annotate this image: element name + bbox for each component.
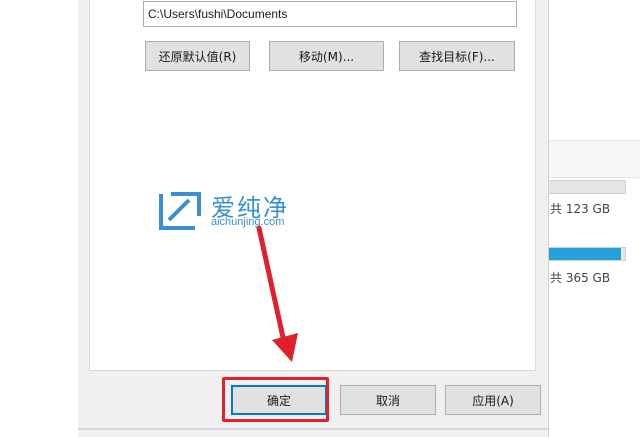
watermark: 爱纯净 aichunjing.com	[155, 186, 315, 236]
restore-default-button[interactable]: 还原默认值(R)	[145, 41, 250, 71]
explorer-background: 共 123 GB 共 365 GB	[548, 0, 640, 437]
drive-usage-bar	[548, 247, 626, 261]
drive-usage-bar	[548, 180, 626, 194]
move-button[interactable]: 移动(M)...	[269, 41, 384, 71]
cancel-button[interactable]: 取消	[340, 385, 436, 415]
find-target-button[interactable]: 查找目标(F)...	[399, 41, 515, 71]
ok-button-highlight	[222, 377, 329, 422]
dialog-bottom-edge	[78, 428, 548, 430]
watermark-url: aichunjing.com	[211, 216, 285, 228]
watermark-logo-icon	[159, 192, 201, 230]
drive-size-label: 共 365 GB	[550, 271, 611, 285]
location-path-input[interactable]: C:\Users\fushi\Documents	[143, 1, 517, 27]
section-band	[548, 140, 640, 178]
drive-usage-fill	[549, 248, 622, 260]
apply-button[interactable]: 应用(A)	[445, 385, 541, 415]
drive-size-label: 共 123 GB	[550, 202, 611, 216]
